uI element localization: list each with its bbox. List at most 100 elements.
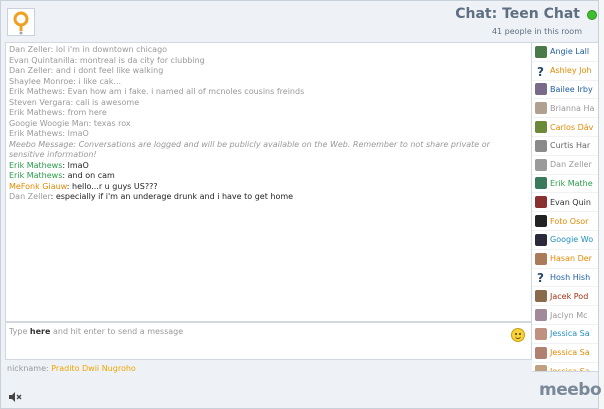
chat-log[interactable]: Dan Zeller: lol i'm in downtown chicago E… — [5, 42, 532, 322]
avatar — [535, 290, 547, 303]
message-nick[interactable]: Meebo Message — [9, 140, 73, 149]
user-name: Angie Lall — [550, 47, 590, 57]
message-text: from here — [67, 108, 107, 117]
user-list-item[interactable]: Googie Wo — [532, 231, 598, 250]
avatar — [535, 309, 547, 322]
user-name: Foto Osor — [550, 216, 589, 226]
user-name: Jacek Pod — [550, 291, 589, 301]
message-nick[interactable]: Erik Mathews — [9, 161, 62, 170]
nickname-value[interactable]: Pradito Dwii Nugroho — [51, 364, 136, 373]
user-name: Jessica Sa — [550, 366, 590, 372]
user-list-item[interactable]: Bailee Irby — [532, 81, 598, 100]
user-name: Curtis Har — [550, 141, 591, 151]
user-name: Googie Wo — [550, 235, 594, 245]
chat-message: Dan Zeller: especially if i'm an underag… — [9, 192, 294, 201]
user-list-item[interactable]: Jacek Pod — [532, 287, 598, 307]
avatar — [535, 158, 547, 171]
svg-text:?: ? — [537, 65, 544, 77]
message-nick[interactable]: Erik Mathews — [9, 129, 62, 138]
avatar — [535, 102, 547, 115]
message-text: texas rox — [93, 118, 131, 128]
message-nick[interactable]: Dan Zeller — [9, 66, 51, 75]
message-text: Evan how am i fake. i named all of mcnol… — [67, 87, 305, 96]
message-text: especially if i'm an underage drunk and … — [55, 192, 294, 201]
user-name: Jessica Sa — [550, 329, 590, 339]
user-list-item[interactable]: Jessica Sa — [532, 363, 598, 372]
avatar — [535, 215, 547, 228]
meebo-logo: meebo — [539, 380, 602, 400]
user-name: Carlos Dáv — [550, 122, 594, 132]
message-input[interactable]: Type here and hit enter to send a messag… — [5, 322, 532, 360]
chat-message: Erik Mathews: lmaO — [9, 129, 89, 138]
message-nick[interactable]: Erik Mathews — [9, 87, 62, 96]
nickname-label: nickname: — [7, 364, 52, 373]
chat-message: Evan Quintanilla: montreal is da city fo… — [9, 55, 205, 65]
message-nick[interactable]: Steven Vergara — [9, 98, 71, 107]
message-nick[interactable]: Shaylee Monroe — [9, 77, 73, 86]
chat-message: Dan Zeller: lol i'm in downtown chicago — [9, 45, 168, 54]
avatar — [535, 233, 547, 246]
message-text: montreal is da city for clubbing — [79, 55, 205, 65]
nickname-row: nickname: Pradito Dwii Nugroho — [7, 364, 136, 373]
chat-header: Chat: Teen Chat 41 people in this room — [0, 0, 598, 42]
message-text: cali is awesome — [75, 97, 140, 107]
unknown-avatar-icon: ? — [535, 64, 547, 79]
unknown-avatar-icon: ? — [535, 271, 547, 285]
footer — [0, 380, 598, 409]
avatar — [535, 83, 547, 96]
people-count: 41 people in this room — [491, 27, 582, 36]
message-text: and on cam — [67, 171, 115, 180]
message-text: and i dont feel like walking — [55, 66, 164, 75]
chat-message: Steven Vergara: cali is awesome — [9, 97, 140, 107]
user-name: Evan Quin — [550, 197, 591, 207]
user-list-item[interactable]: Angie Lall — [532, 43, 598, 62]
user-list-item[interactable]: Evan Quin — [532, 193, 598, 213]
user-list-item[interactable]: Curtis Har — [532, 137, 598, 156]
user-list-item[interactable]: Jessica Sa — [532, 325, 598, 344]
chat-message: Shaylee Monroe: i like cak... — [9, 76, 122, 86]
message-text: lmaO — [67, 160, 89, 170]
avatar — [535, 45, 547, 58]
emoticon-icon[interactable] — [511, 328, 525, 342]
user-list-scrollbar[interactable] — [598, 42, 604, 372]
user-name: Bailee Irby — [550, 84, 593, 94]
message-text: i like cak... — [78, 76, 122, 86]
message-nick[interactable]: Evan Quintanilla — [9, 56, 75, 65]
chat-message: Dan Zeller: and i dont feel like walking — [9, 66, 164, 75]
chat-message: Erik Mathews: Evan how am i fake. i name… — [9, 87, 305, 96]
user-list-item[interactable]: Jessica Sa — [532, 344, 598, 363]
mute-sound-icon[interactable] — [9, 392, 23, 402]
message-text: lmaO — [67, 129, 89, 138]
chat-message: Erik Mathews: lmaO — [9, 160, 89, 170]
user-list-item[interactable]: Carlos Dáv — [532, 118, 598, 137]
message-nick[interactable]: Googie Woogie Man — [9, 119, 89, 128]
user-list-item[interactable]: Erik Mathe — [532, 175, 598, 194]
avatar — [535, 327, 547, 340]
room-logo — [7, 8, 35, 36]
user-name: Hasan Der — [550, 254, 592, 264]
user-name: Jessica Sa — [550, 348, 590, 358]
chat-message: Erik Mathews: and on cam — [9, 171, 115, 180]
avatar — [535, 121, 547, 134]
message-nick[interactable]: Dan Zeller — [9, 45, 51, 54]
user-list-item[interactable]: Brianna Ha — [532, 99, 598, 119]
user-list-item[interactable]: ? Hosh Hish — [532, 269, 598, 288]
user-name: Erik Mathe — [550, 178, 593, 188]
avatar — [535, 365, 547, 371]
message-text: Conversations are logged and will be pub… — [9, 139, 490, 160]
online-status-icon — [587, 10, 597, 20]
user-list[interactable]: Angie Lall ? Ashley Joh Bailee Irby Brianna … — [532, 42, 598, 372]
user-list-item[interactable]: Jaclyn Mc — [532, 306, 598, 325]
avatar — [535, 177, 547, 190]
svg-text:?: ? — [537, 271, 544, 283]
message-nick[interactable]: Erik Mathews — [9, 171, 62, 180]
user-list-item[interactable]: Foto Osor — [532, 212, 598, 231]
user-list-item[interactable]: Hasan Der — [532, 250, 598, 269]
user-list-item[interactable]: Dan Zeller — [532, 156, 598, 175]
message-nick[interactable]: Erik Mathews — [9, 108, 62, 117]
message-nick[interactable]: Dan Zeller — [9, 192, 51, 201]
avatar — [535, 252, 547, 265]
user-list-item[interactable]: ? Ashley Joh — [532, 62, 598, 81]
message-nick[interactable]: MeFonk Giauw — [9, 182, 67, 191]
chat-message: MeFonk Giauw: hello...r u guys US??? — [9, 181, 158, 191]
